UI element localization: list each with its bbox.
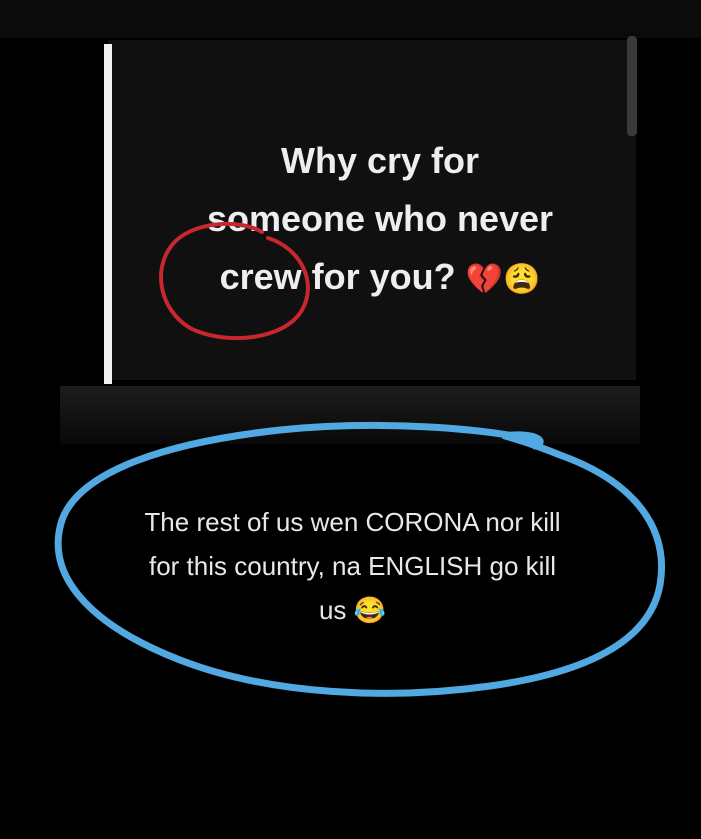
blue-circle-annotation (54, 421, 665, 697)
red-circle-annotation (159, 221, 310, 341)
annotation-layer (54, 221, 665, 697)
